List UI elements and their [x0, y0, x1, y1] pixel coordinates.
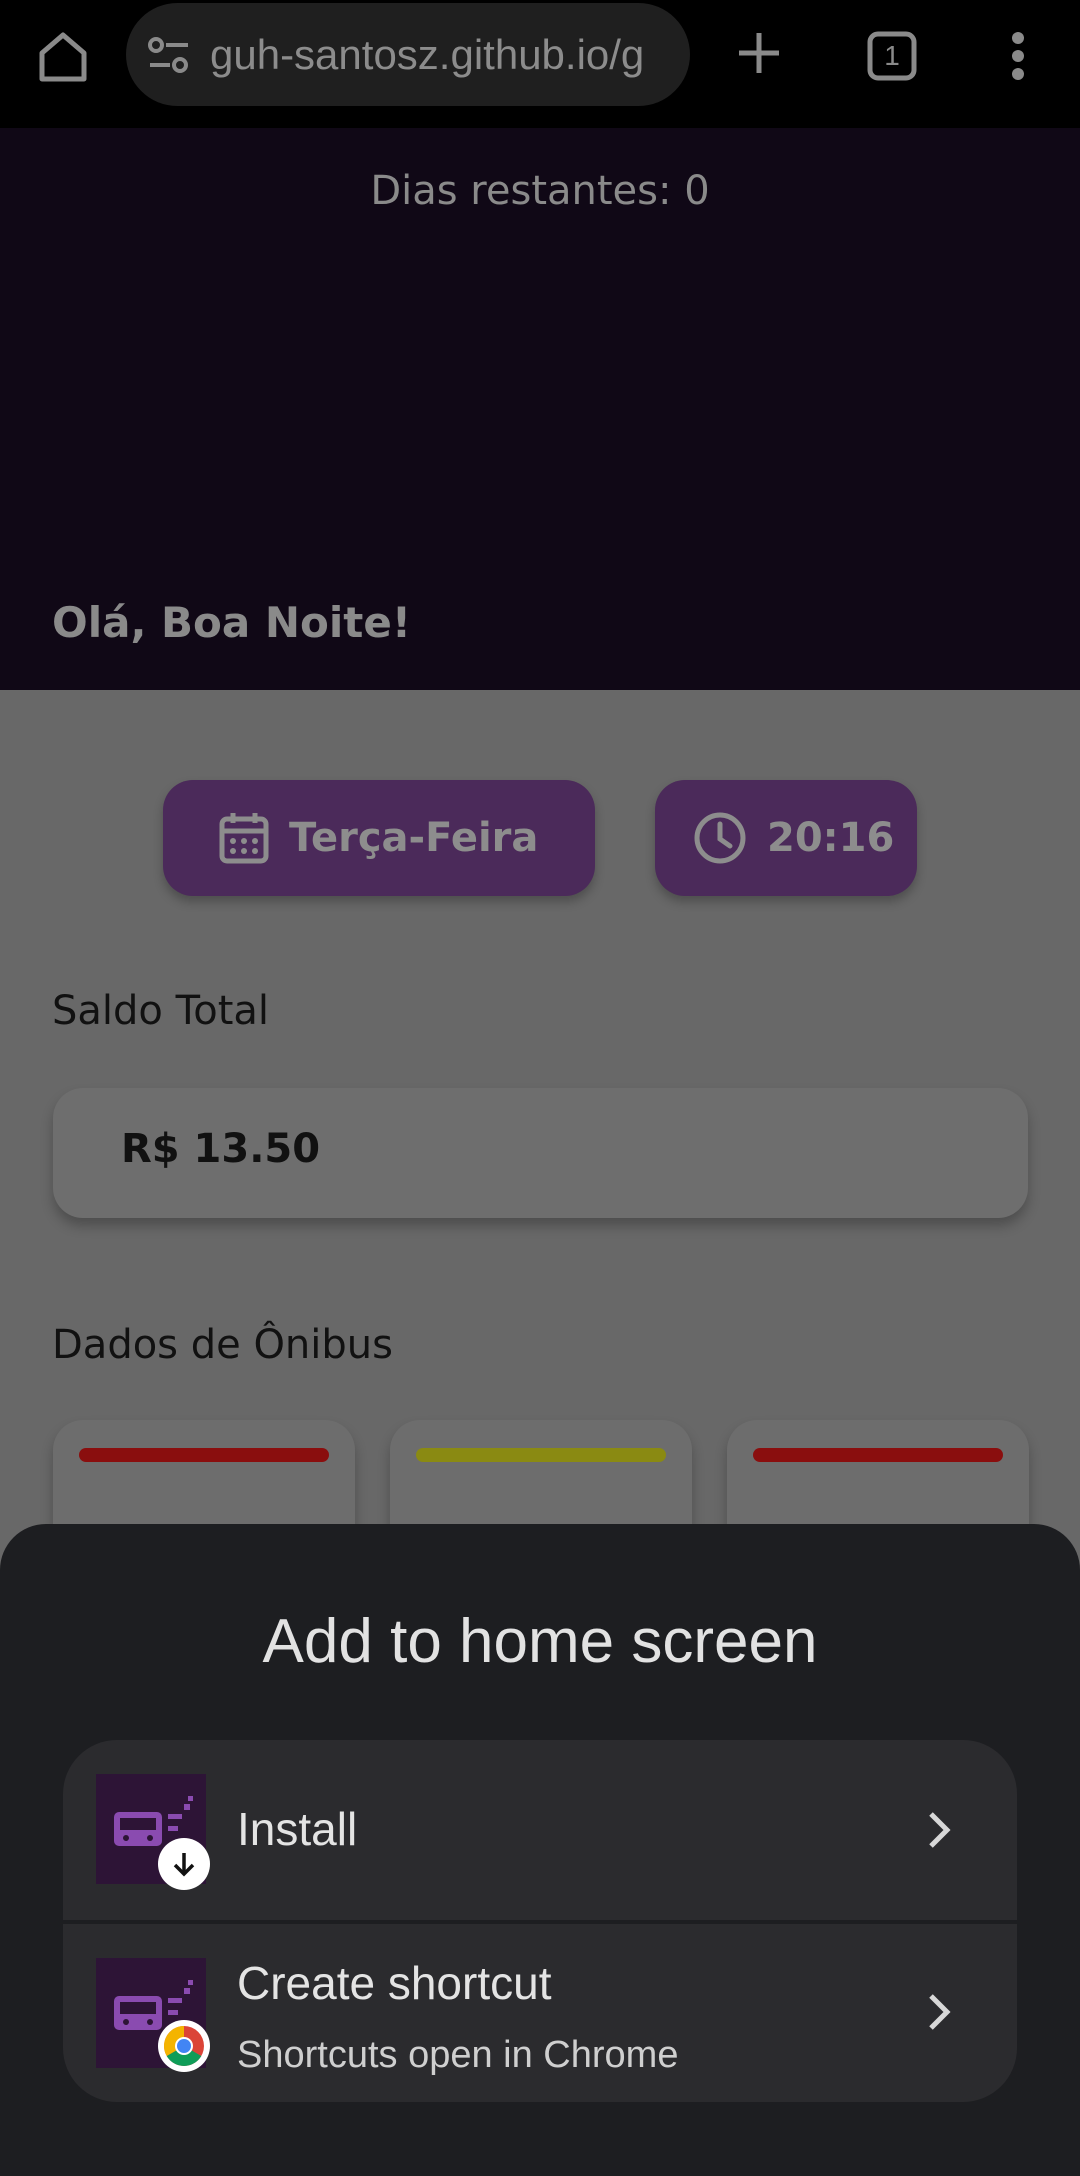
- menu-icon[interactable]: [1000, 24, 1036, 88]
- options-list: Install Create shortcut Shortcuts open i…: [63, 1740, 1017, 2102]
- saldo-card: R$ 13.50: [53, 1088, 1028, 1218]
- sheet-title: Add to home screen: [262, 1607, 818, 1676]
- status-bar: [79, 1448, 329, 1462]
- saldo-title: Saldo Total: [52, 988, 270, 1034]
- tab-count: 1: [884, 40, 900, 71]
- download-icon: [158, 1838, 210, 1890]
- time-label: 20:16: [767, 815, 895, 861]
- add-to-home-sheet: Add to home screen Install Create shortc…: [0, 1524, 1080, 2176]
- install-option[interactable]: Install: [63, 1740, 1017, 1920]
- browser-toolbar: guh-santosz.github.io/g 1: [0, 0, 1080, 128]
- chevron-right-icon: [925, 1808, 955, 1852]
- status-bar: [416, 1448, 666, 1462]
- greeting: Olá, Boa Noite!: [52, 598, 411, 647]
- tune-icon[interactable]: [146, 33, 192, 79]
- day-label: Terça-Feira: [289, 815, 539, 861]
- status-bar: [753, 1448, 1003, 1462]
- time-pill[interactable]: 20:16: [655, 780, 917, 896]
- shortcut-sublabel: Shortcuts open in Chrome: [237, 2034, 679, 2076]
- app-icon: [96, 1958, 210, 2072]
- chevron-right-icon: [925, 1990, 955, 2034]
- install-label: Install: [237, 1803, 358, 1855]
- page-header: Dias restantes: 0 Olá, Boa Noite!: [0, 128, 1080, 690]
- home-icon[interactable]: [30, 24, 96, 90]
- calendar-icon: [219, 813, 269, 864]
- url-text[interactable]: guh-santosz.github.io/g: [210, 31, 644, 79]
- shortcut-label: Create shortcut: [237, 1957, 552, 2009]
- bus-title: Dados de Ônibus: [52, 1322, 393, 1368]
- clock-icon: [694, 812, 746, 864]
- days-remaining: Dias restantes: 0: [370, 168, 710, 214]
- chrome-icon: [158, 2020, 210, 2072]
- plus-icon[interactable]: [730, 24, 788, 82]
- address-bar[interactable]: guh-santosz.github.io/g: [126, 3, 690, 106]
- day-pill[interactable]: Terça-Feira: [163, 780, 595, 896]
- saldo-value: R$ 13.50: [121, 1126, 321, 1172]
- create-shortcut-option[interactable]: Create shortcut Shortcuts open in Chrome: [63, 1924, 1017, 2102]
- tabs-icon[interactable]: 1: [862, 26, 922, 86]
- app-icon: [96, 1774, 210, 1890]
